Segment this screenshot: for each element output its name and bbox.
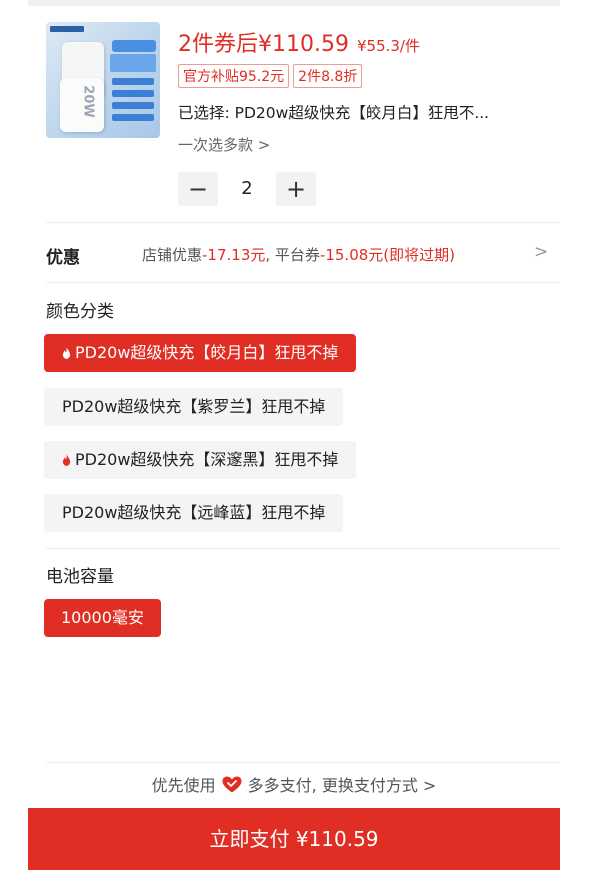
duoduo-pay-heart-icon [222, 776, 242, 793]
divider [46, 762, 560, 763]
selected-variant-text: 已选择: PD20w超级快充【皎月白】狂甩不... [178, 104, 490, 122]
product-thumbnail[interactable]: 20W [46, 22, 160, 138]
color-option-moon-white[interactable]: PD20w超级快充【皎月白】狂甩不掉 [44, 334, 357, 372]
product-info-panel [110, 54, 156, 72]
product-feature-pill [112, 102, 154, 109]
price-main: 2件券后¥110.59 [178, 32, 349, 57]
capacity-option-label: 10000毫安 [61, 608, 144, 627]
discount-tags: 官方补贴95.2元 2件8.8折 [178, 64, 366, 88]
color-option-label: PD20w超级快充【深邃黑】狂甩不掉 [75, 450, 339, 469]
product-feature-pill [112, 114, 154, 121]
multi-select-link[interactable]: 一次选多款 > [178, 134, 270, 155]
color-option-far-peak-blue[interactable]: PD20w超级快充【远峰蓝】狂甩不掉 [44, 494, 344, 532]
capacity-option-10000mah[interactable]: 10000毫安 [44, 599, 161, 637]
color-option-violet[interactable]: PD20w超级快充【紫罗兰】狂甩不掉 [44, 388, 344, 426]
sku-sheet: 20W 2件券后¥110.59 ¥55.3/件 官方补贴95.2元 2件8.8折 已… [28, 0, 560, 886]
quantity-value[interactable]: 2 [218, 172, 276, 206]
product-badge [112, 40, 156, 52]
fire-icon [62, 347, 71, 359]
discount-tag: 2件8.8折 [293, 64, 363, 88]
capacity-section-title: 电池容量 [46, 567, 114, 587]
color-section-title: 颜色分类 [46, 302, 114, 322]
color-option-label: PD20w超级快充【紫罗兰】狂甩不掉 [62, 397, 326, 416]
power-bank-image-front: 20W [60, 78, 104, 132]
payment-method-line[interactable]: 优先使用 多多支付, 更换支付方式 > [28, 772, 560, 796]
payment-method-text: 多多支付, 更换支付方式 > [247, 776, 437, 795]
promo-details[interactable]: 店铺优惠-17.13元, 平台券-15.08元(即将过期) [142, 244, 455, 265]
promo-label: 优惠 [46, 248, 80, 268]
divider [46, 222, 560, 223]
store-promo-label: 店铺优惠 [142, 246, 203, 264]
divider [46, 282, 560, 283]
product-feature-pill [112, 78, 154, 85]
top-strip [28, 0, 560, 6]
color-option-label: PD20w超级快充【皎月白】狂甩不掉 [75, 343, 339, 362]
divider [46, 548, 560, 549]
fire-icon [62, 454, 71, 466]
pay-now-button[interactable]: 立即支付 ¥110.59 [28, 808, 560, 870]
subsidy-tag: 官方补贴95.2元 [178, 64, 290, 88]
price-per-item: ¥55.3/件 [356, 37, 420, 55]
brand-logo [50, 26, 84, 32]
increase-button[interactable]: + [276, 172, 316, 206]
platform-coupon-amount: -15.08元(即将过期) [319, 246, 455, 264]
product-feature-pill [112, 90, 154, 97]
platform-coupon-label: , 平台券 [265, 246, 320, 264]
decrease-button[interactable]: − [178, 172, 218, 206]
color-option-deep-black[interactable]: PD20w超级快充【深邃黑】狂甩不掉 [44, 441, 357, 479]
color-option-label: PD20w超级快充【远峰蓝】狂甩不掉 [62, 503, 326, 522]
chevron-right-icon[interactable]: > [534, 242, 548, 262]
payment-prefix: 优先使用 [151, 776, 216, 795]
store-promo-amount: -17.13元 [202, 246, 266, 264]
price-line: 2件券后¥110.59 ¥55.3/件 [178, 26, 420, 58]
